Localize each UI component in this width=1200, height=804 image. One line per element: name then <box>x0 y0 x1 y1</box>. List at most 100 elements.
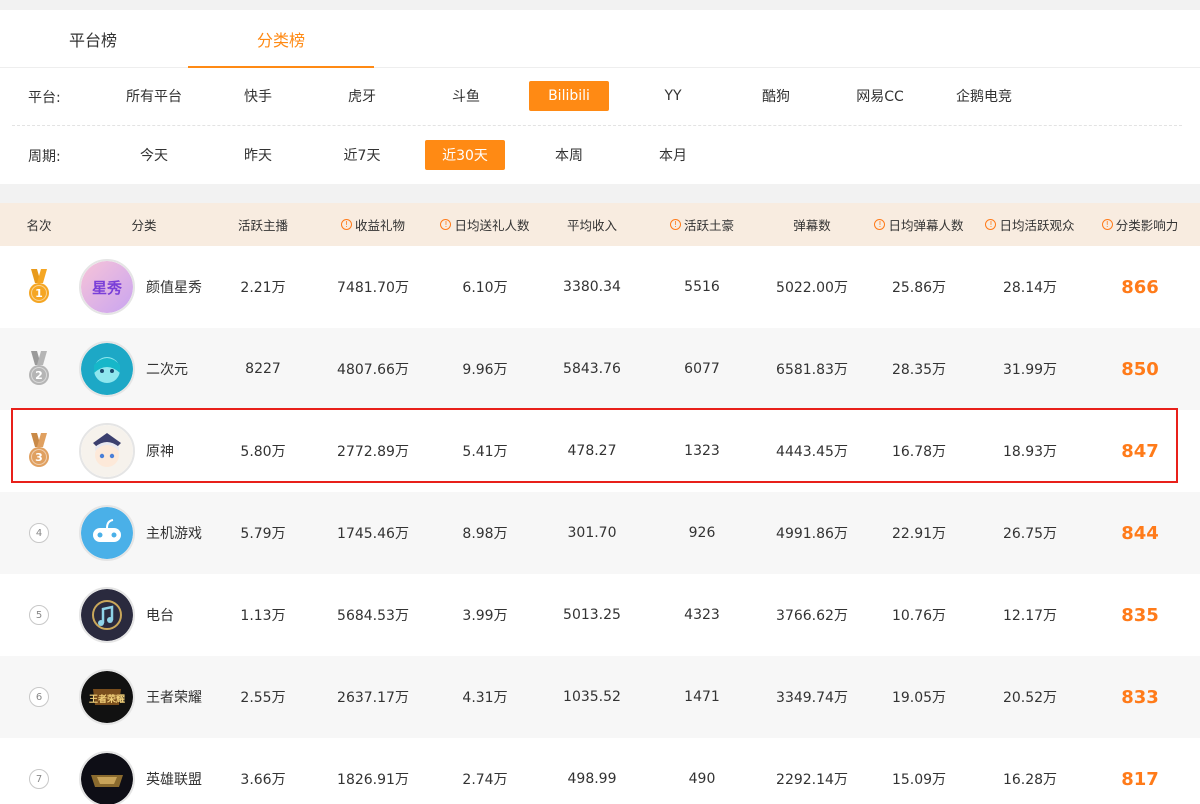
header-daily-danmaku-users: ! 日均弹幕人数 <box>864 203 974 246</box>
gift-income-cell: 7481.70万 <box>337 280 409 296</box>
category-avatar[interactable] <box>79 423 135 479</box>
table-row[interactable]: 5 电台 1.13万 5684.53万 3.99万 5013.25 4323 3766.62万… <box>0 574 1200 656</box>
danmaku-cell: 3766.62万 <box>776 608 848 624</box>
category-name[interactable]: 电台 <box>146 574 174 656</box>
period-option-30days[interactable]: 近30天 <box>425 140 505 170</box>
table-row[interactable]: 4 主机游戏 5.79万 1745.46万 8.98万 301.70 926 4991.86万… <box>0 492 1200 574</box>
header-label: 活跃主播 <box>237 218 288 233</box>
daily-danmaku-users-cell: 16.78万 <box>891 444 947 460</box>
header-active-rich: ! 活跃土豪 <box>644 203 760 246</box>
daily-danmaku-users-cell: 19.05万 <box>891 690 947 706</box>
platform-option-huya[interactable]: 虎牙 <box>322 81 402 111</box>
category-name[interactable]: 颜值星秀 <box>146 246 202 328</box>
gift-income-cell: 2637.17万 <box>337 690 409 706</box>
avg-income-cell: 3380.34 <box>563 279 621 295</box>
platform-filter-label: 平台: <box>28 90 61 106</box>
info-icon[interactable]: ! <box>669 219 681 230</box>
rank-cell: 5 <box>0 574 78 656</box>
platform-option-all[interactable]: 所有平台 <box>114 81 194 111</box>
info-icon[interactable]: ! <box>340 219 352 230</box>
avg-income-cell: 1035.52 <box>563 689 621 705</box>
platform-option-kuaishou[interactable]: 快手 <box>218 81 298 111</box>
medal-rank-number: 1 <box>35 287 43 300</box>
influence-score: 833 <box>1121 686 1159 708</box>
header-category: 分类 <box>78 203 210 246</box>
daily-active-viewers-cell: 18.93万 <box>1002 444 1058 460</box>
info-icon[interactable]: ! <box>985 219 997 230</box>
daily-givers-cell: 5.41万 <box>462 444 508 460</box>
tab-platform-ranking[interactable]: 平台榜 <box>0 10 186 67</box>
header-label: 收益礼物 <box>354 218 405 233</box>
header-rank: 名次 <box>0 203 78 246</box>
tab-category-ranking[interactable]: 分类榜 <box>188 10 374 68</box>
category-name[interactable]: 原神 <box>146 410 174 492</box>
header-daily-active-viewers: ! 日均活跃观众 <box>974 203 1086 246</box>
info-icon[interactable]: ! <box>440 219 452 230</box>
influence-score: 844 <box>1121 522 1159 544</box>
gift-income-cell: 4807.66万 <box>337 362 409 378</box>
header-label: 日均送礼人数 <box>454 218 530 233</box>
daily-active-viewers-cell: 20.52万 <box>1002 690 1058 706</box>
period-option-this-month[interactable]: 本月 <box>633 140 713 170</box>
gift-income-cell: 1826.91万 <box>337 772 409 788</box>
platform-option-penguin[interactable]: 企鹅电竞 <box>944 81 1024 111</box>
period-option-this-week[interactable]: 本周 <box>529 140 609 170</box>
table-row[interactable]: 1 星秀 颜值星秀 2.21万 7481.70万 6.10万 3380.34 5516 5022… <box>0 246 1200 328</box>
platform-option-kugou[interactable]: 酷狗 <box>736 81 816 111</box>
active-rich-cell: 5516 <box>684 279 720 295</box>
daily-givers-cell: 2.74万 <box>462 772 508 788</box>
danmaku-cell: 4443.45万 <box>776 444 848 460</box>
category-name[interactable]: 王者荣耀 <box>146 656 202 738</box>
platform-option-yy[interactable]: YY <box>633 81 713 111</box>
danmaku-cell: 4991.86万 <box>776 526 848 542</box>
period-option-7days[interactable]: 近7天 <box>322 140 402 170</box>
category-avatar[interactable] <box>79 587 135 643</box>
category-avatar[interactable] <box>79 751 135 804</box>
platform-option-douyu[interactable]: 斗鱼 <box>426 81 506 111</box>
danmaku-cell: 5022.00万 <box>776 280 848 296</box>
rank-number: 5 <box>29 605 49 625</box>
category-name[interactable]: 二次元 <box>146 328 188 410</box>
influence-score: 817 <box>1121 768 1159 790</box>
gift-income-cell: 2772.89万 <box>337 444 409 460</box>
daily-danmaku-users-cell: 28.35万 <box>891 362 947 378</box>
daily-danmaku-users-cell: 15.09万 <box>891 772 947 788</box>
filter-card: 平台榜 分类榜 平台: 所有平台 快手 虎牙 斗鱼 Bilibili YY 酷狗… <box>0 10 1200 184</box>
table-row[interactable]: 2 二次元 8227 4807.66万 9.96万 5843.76 6077 6581.83万… <box>0 328 1200 410</box>
table-row[interactable]: 6 王者荣耀 王者荣耀 2.55万 2637.17万 4.31万 1035.52 1471 33… <box>0 656 1200 738</box>
info-icon[interactable]: ! <box>874 219 886 230</box>
category-name[interactable]: 主机游戏 <box>146 492 202 574</box>
category-avatar[interactable] <box>79 341 135 397</box>
daily-givers-cell: 8.98万 <box>462 526 508 542</box>
table-row[interactable]: 7 英雄联盟 3.66万 1826.91万 2.74万 498.99 490 2292.14万… <box>0 738 1200 804</box>
rank-cell: 7 <box>0 738 78 804</box>
daily-danmaku-users-cell: 22.91万 <box>891 526 947 542</box>
influence-score: 847 <box>1121 440 1159 462</box>
category-avatar[interactable]: 星秀 <box>79 259 135 315</box>
info-icon[interactable]: ! <box>1101 219 1113 230</box>
period-option-today[interactable]: 今天 <box>114 140 194 170</box>
category-name[interactable]: 英雄联盟 <box>146 738 202 804</box>
danmaku-cell: 3349.74万 <box>776 690 848 706</box>
table-header: 名次 分类 活跃主播! 收益礼物! 日均送礼人数 平均收入! 活跃土豪 弹幕数! 日均弹幕人数!… <box>0 203 1200 246</box>
rank-cell: 4 <box>0 492 78 574</box>
avg-income-cell: 5843.76 <box>563 361 621 377</box>
platform-option-netease-cc[interactable]: 网易CC <box>840 81 920 111</box>
daily-active-viewers-cell: 28.14万 <box>1002 280 1058 296</box>
table-row[interactable]: 3 原神 5.80万 2772.89万 5.41万 478.27 1323 4443.45万 1… <box>0 410 1200 492</box>
svg-text:王者荣耀: 王者荣耀 <box>89 693 125 705</box>
period-option-yesterday[interactable]: 昨天 <box>218 140 298 170</box>
category-avatar[interactable] <box>79 505 135 561</box>
platform-option-bilibili[interactable]: Bilibili <box>529 81 609 111</box>
header-danmaku: 弹幕数 <box>760 203 864 246</box>
daily-active-viewers-cell: 12.17万 <box>1002 608 1058 624</box>
header-label: 活跃土豪 <box>683 218 734 233</box>
svg-text:星秀: 星秀 <box>92 279 123 297</box>
active-anchors-cell: 2.21万 <box>240 280 286 296</box>
medal-rank-number: 2 <box>35 369 43 382</box>
period-filter-label: 周期: <box>28 149 61 165</box>
daily-givers-cell: 4.31万 <box>462 690 508 706</box>
category-avatar[interactable]: 王者荣耀 <box>79 669 135 725</box>
active-rich-cell: 1323 <box>684 443 720 459</box>
daily-danmaku-users-cell: 10.76万 <box>891 608 947 624</box>
